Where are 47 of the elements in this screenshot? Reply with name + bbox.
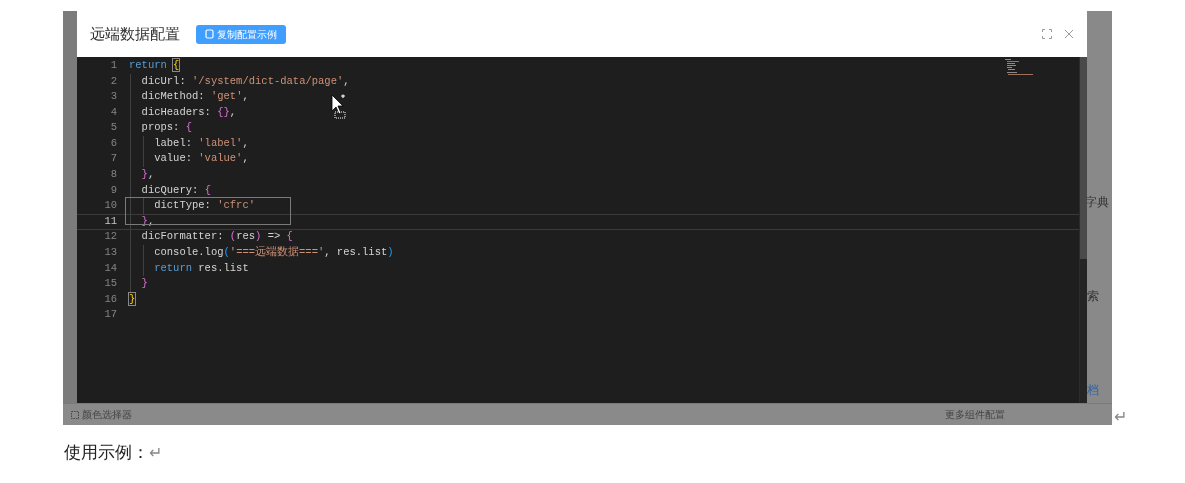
minimap-drawing (1005, 59, 1033, 77)
code-line: dicQuery: { (140, 182, 211, 198)
dialog-title: 远端数据配置 (90, 23, 180, 44)
line-number: 1 (109, 57, 117, 73)
code-line: dictType: 'cfrc' (153, 198, 256, 214)
line-number: 3 (109, 89, 117, 105)
line-number: 11 (103, 213, 117, 229)
code-line: dicFormatter: (res) => { (140, 229, 293, 245)
component-item[interactable]: 颜色选择器 (82, 407, 132, 422)
line-number: 14 (103, 260, 117, 276)
code-line: console.log('===远端数据===', res.list) (153, 245, 394, 261)
copy-example-button[interactable]: 复制配置示例 (196, 24, 286, 44)
line-number: 17 (103, 307, 117, 323)
cursor-icon (331, 94, 347, 120)
doc-link[interactable]: 档 (1087, 381, 1112, 399)
code-line: label: 'label', (153, 135, 249, 151)
code-line: dicMethod: 'get', (140, 89, 249, 105)
color-picker-icon (71, 410, 79, 419)
line-number: 16 (103, 291, 117, 307)
code-line: dicHeaders: {}, (140, 104, 237, 120)
line-number: 8 (109, 167, 117, 183)
close-icon[interactable] (1064, 29, 1074, 39)
line-number: 10 (103, 198, 117, 214)
return-mark: ↵ (149, 442, 162, 463)
return-mark: ↵ (1114, 407, 1127, 427)
code-line: return res.list (153, 260, 249, 276)
line-number: 4 (109, 104, 117, 120)
code-line: } (140, 276, 148, 292)
line-number: 9 (109, 182, 117, 198)
line-number: 5 (109, 120, 117, 136)
line-number: 6 (109, 135, 117, 151)
code-line: return { (129, 57, 180, 73)
line-number: 15 (103, 276, 117, 292)
line-number: 2 (109, 73, 117, 89)
copy-icon (205, 29, 214, 39)
code-line: }, (140, 167, 155, 183)
fullscreen-icon[interactable] (1042, 29, 1052, 39)
line-number: 13 (103, 245, 117, 261)
code-line: dicUrl: '/system/dict-data/page', (140, 73, 350, 89)
code-line: value: 'value', (153, 151, 249, 167)
scrollbar[interactable] (1079, 57, 1087, 403)
panel-label: 索 (1087, 288, 1100, 305)
code-line: } (129, 291, 136, 307)
line-number: 12 (103, 229, 117, 245)
code-line: props: { (140, 120, 193, 136)
line-number: 7 (109, 151, 117, 167)
paragraph-text: 使用示例： (64, 442, 149, 464)
